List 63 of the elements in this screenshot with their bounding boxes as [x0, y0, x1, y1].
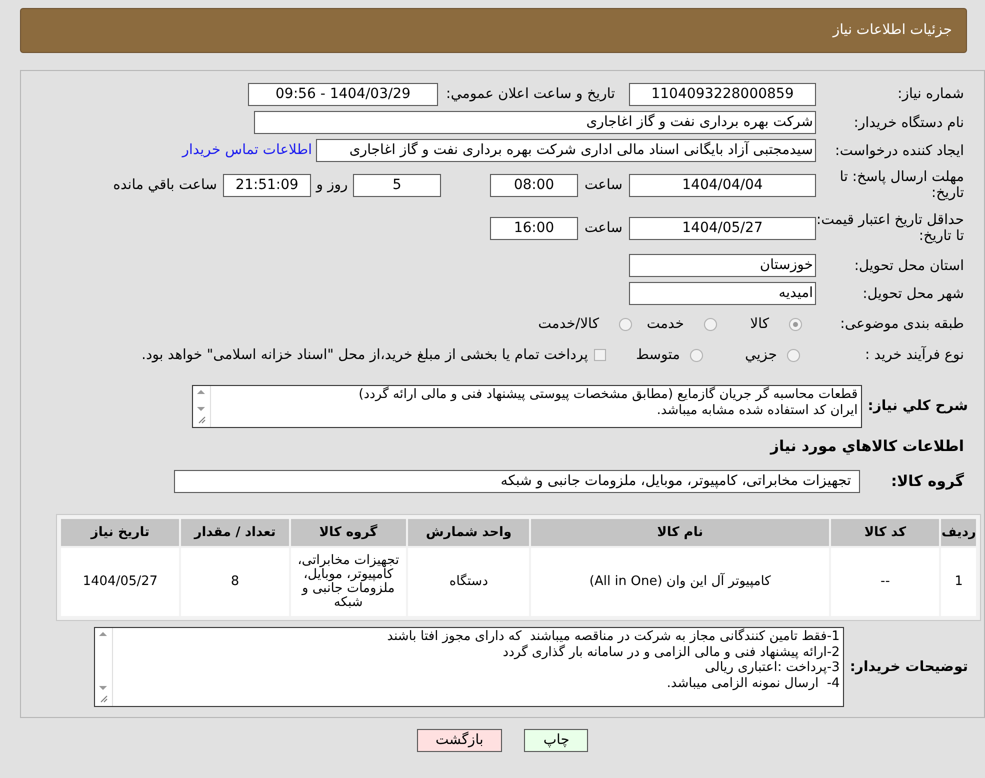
input-field: شرکت بهره برداری نفت و گاز اغاجاری — [254, 111, 816, 134]
radio-button[interactable] — [704, 318, 717, 330]
field-label: حداقل تاریخ اعتبار قیمت: تا تاریخ: — [816, 212, 965, 244]
field-label: ساعت — [583, 218, 624, 238]
column-header: تاریخ نیاز — [61, 519, 180, 546]
option-label: متوسط — [635, 346, 680, 364]
input-field: 1404/05/27 — [629, 216, 816, 240]
notes-textarea[interactable]: 1-فقط تامین کنندگانی مجاز به شرکت در مناقصه میباشند که دارای مجوز افتا باشند 2-ارائه پیشنهاد فنی و مالی الزامی و در سامانه بار گذاری گردد 3-پرداخت :اعتباری ریالی 4- ارسال نمونه الزامی میباشد. — [94, 627, 844, 707]
input-field: امیدیه — [629, 282, 816, 305]
table-cell: دستگاه — [408, 548, 530, 616]
field-label: شماره نیاز: — [896, 86, 965, 102]
table-cell: -- — [831, 548, 940, 616]
radio-button[interactable] — [787, 348, 800, 362]
section-title: اطلاعات کالاهاي مورد نیاز — [770, 436, 965, 457]
checkbox[interactable] — [594, 349, 606, 361]
input-field: 16:00 — [490, 216, 578, 240]
table-cell: 8 — [181, 548, 289, 616]
input-field: خوزستان — [629, 254, 816, 277]
input-field: سیدمجتبی آزاد بایگانی اسناد مالی اداری شرکت بهره برداری نفت و گاز اغاجاری — [316, 139, 816, 162]
input-field: 1404/03/29 - 09:56 — [248, 82, 438, 106]
field-label: ساعت باقي مانده — [113, 176, 217, 194]
field-label: ساعت — [583, 176, 624, 194]
field-label: روز و — [314, 176, 349, 194]
field-label: نوع فرآیند خرید : — [864, 347, 965, 363]
field-label: گروه کالا: — [890, 471, 965, 492]
column-header: تعداد / مقدار — [181, 519, 289, 546]
field-label: نام دستگاه خريدار: — [852, 114, 965, 130]
table-cell: 1404/05/27 — [61, 548, 180, 616]
field-label: مهلت ارسال پاسخ: تا تاریخ: — [838, 169, 965, 201]
option-label: خدمت — [646, 314, 684, 334]
radio-button[interactable] — [789, 318, 802, 330]
option-label: پرداخت تمام یا بخشی از مبلغ خرید،از محل "اسناد خزانه اسلامی" خواهد بود. — [142, 346, 588, 364]
field-label: استان محل تحویل: — [853, 258, 965, 274]
option-label: کالا — [749, 314, 769, 334]
table-cell: تجهیزات مخابراتی، کامپیوتر، موبایل، ملزومات جانبی و شبکه — [290, 548, 406, 616]
field-label: تاریخ و ساعت اعلان عمومي: — [446, 84, 615, 104]
input-field: 5 — [353, 174, 441, 196]
radio-button[interactable] — [690, 348, 703, 362]
table-cell: کامپیوتر آل این وان (All in One) — [531, 548, 829, 616]
column-header: نام کالا — [531, 519, 829, 546]
print-button[interactable]: چاپ — [524, 729, 588, 752]
column-header: ردیف — [941, 519, 976, 546]
back-button[interactable]: بازگشت — [416, 729, 502, 752]
contact-link[interactable]: اطلاعات تماس خريدار — [182, 140, 312, 161]
field-label: توضیحات خریدار: — [848, 658, 969, 676]
option-label: جزيي — [744, 346, 777, 364]
input-field: 1404/04/04 — [629, 174, 816, 196]
column-header: کد کالا — [831, 519, 940, 546]
field-label: شرح کلي نیاز: — [866, 397, 969, 416]
input-field: تجهیزات مخابراتی، کامپیوتر، موبایل، ملزومات جانبی و شبکه — [174, 470, 860, 493]
table-cell: 1 — [941, 548, 976, 616]
radio-button[interactable] — [619, 318, 632, 330]
description-textarea[interactable]: قطعات محاسبه گر جریان گازمایع (مطابق مشخصات پیوستی پیشنهاد فنی و مالی ارائه گردد) ایران کد استفاده شده مشابه میباشد. — [192, 385, 862, 428]
field-label: شهر محل تحویل: — [862, 286, 965, 302]
page-title: جزئیات اطلاعات نیاز — [832, 21, 952, 40]
input-field: 1104093228000859 — [629, 82, 816, 106]
option-label: کالا/خدمت — [538, 314, 599, 334]
column-header: گروه کالا — [290, 519, 406, 546]
column-header: واحد شمارش — [408, 519, 530, 546]
input-field: 08:00 — [490, 174, 578, 196]
input-field: 21:51:09 — [223, 174, 311, 196]
field-label: طبقه بندی موضوعی: — [839, 316, 965, 332]
field-label: ایجاد کننده درخواست: — [834, 142, 965, 158]
